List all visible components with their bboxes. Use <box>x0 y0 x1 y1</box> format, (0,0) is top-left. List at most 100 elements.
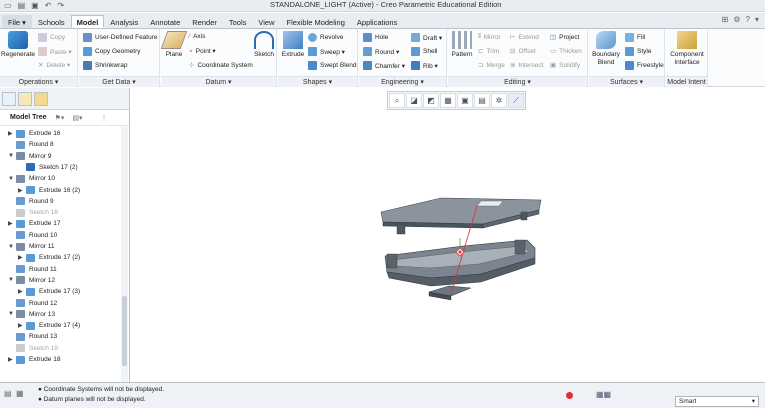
tree-item[interactable]: ▼ Mirror 11 <box>8 241 55 252</box>
collapse-arrow-icon[interactable]: ▼ <box>8 153 16 159</box>
tree-item[interactable]: ▶ Extrude 16 (2) <box>18 185 80 196</box>
trim-button[interactable]: ⊏ Trim <box>478 47 499 56</box>
tree-item[interactable]: Round 10 <box>8 230 57 241</box>
favorites-tab-icon[interactable] <box>34 92 48 106</box>
collapse-arrow-icon[interactable]: ▼ <box>8 244 16 250</box>
offset-button[interactable]: ⊟ Offset <box>510 47 536 56</box>
tree-scrollbar[interactable] <box>121 126 128 382</box>
tab-tools[interactable]: Tools <box>223 15 253 28</box>
solidify-button[interactable]: ▣ Solidify <box>550 61 580 70</box>
freestyle-button[interactable]: Freestyle <box>625 61 664 70</box>
selection-icon[interactable]: ▦▦ <box>596 390 611 399</box>
group-label-shapes[interactable]: Shapes ▾ <box>278 76 357 87</box>
tree-item[interactable]: Sketch 18 <box>8 207 58 218</box>
tab-annotate[interactable]: Annotate <box>144 15 186 28</box>
delete-button[interactable]: ✕ Delete ▾ <box>38 61 70 69</box>
project-button[interactable]: ◫ Project <box>550 33 579 42</box>
regen-status-icon[interactable] <box>566 392 573 399</box>
undo-icon[interactable]: ↶ <box>45 1 52 10</box>
rib-button[interactable]: Rib ▾ <box>411 61 438 70</box>
group-label-operations[interactable]: Operations ▾ <box>0 76 77 87</box>
collapse-arrow-icon[interactable]: ▼ <box>8 277 16 283</box>
tree-item[interactable]: Round 11 <box>8 264 57 275</box>
tree-item[interactable]: Round 13 <box>8 331 57 342</box>
style-button[interactable]: Style <box>625 47 651 56</box>
dropdown-icon[interactable]: ▾ <box>755 15 759 24</box>
new-icon[interactable]: ▭ <box>4 1 12 10</box>
expand-arrow-icon[interactable]: ▶ <box>18 187 26 194</box>
component-interface-button[interactable]: Component Interface <box>668 31 706 66</box>
tab-render[interactable]: Render <box>186 15 223 28</box>
mirror-button[interactable]: ⫴ Mirror <box>478 33 501 41</box>
collapse-arrow-icon[interactable]: ▼ <box>8 311 16 317</box>
open-icon[interactable]: ▤ <box>18 1 26 10</box>
shell-button[interactable]: Shell <box>411 47 437 56</box>
tree-item[interactable]: ▶ Extrude 18 <box>8 354 60 365</box>
model-tree-tab-icon[interactable] <box>2 92 16 106</box>
boundary-blend-button[interactable]: Boundary Blend <box>591 31 621 66</box>
selection-filter-select[interactable]: Smart ▾ <box>675 396 759 407</box>
group-label-datum[interactable]: Datum ▾ <box>161 76 276 87</box>
help-icon[interactable]: ? <box>746 15 750 24</box>
sweep-button[interactable]: Sweep ▾ <box>308 47 345 56</box>
tree-item[interactable]: ▶ Extrude 17 (3) <box>18 286 80 297</box>
extend-button[interactable]: ⊢ Extend <box>510 33 539 42</box>
settings-icon[interactable]: ⚙ <box>733 15 740 24</box>
paste-button[interactable]: Paste ▾ <box>38 47 72 56</box>
tab-schools[interactable]: Schools <box>32 15 71 28</box>
tree-options-icon[interactable]: ⋮ <box>101 114 108 122</box>
tree-item[interactable]: ▼ Mirror 12 <box>8 275 55 286</box>
extrude-button[interactable]: Extrude <box>280 31 306 59</box>
group-label-engineering[interactable]: Engineering ▾ <box>359 76 446 87</box>
copy-geometry-button[interactable]: Copy Geometry <box>83 47 141 56</box>
copy-button[interactable]: Copy <box>38 33 65 42</box>
chamfer-button[interactable]: Chamfer ▾ <box>363 61 405 70</box>
udf-button[interactable]: User-Defined Feature <box>83 33 158 42</box>
group-label-surfaces[interactable]: Surfaces ▾ <box>589 76 664 87</box>
coordinate-system-button[interactable]: ⊹ Coordinate System <box>189 61 253 70</box>
expand-arrow-icon[interactable]: ▶ <box>18 288 26 295</box>
tree-scrollbar-thumb[interactable] <box>122 296 127 366</box>
tree-item[interactable]: ▼ Mirror 13 <box>8 309 55 320</box>
intersect-button[interactable]: ⊗ Intersect <box>510 61 543 70</box>
hole-button[interactable]: Hole <box>363 33 388 42</box>
tree-item[interactable]: ▶ Extrude 17 (4) <box>18 320 80 331</box>
expand-arrow-icon[interactable]: ▶ <box>18 254 26 261</box>
group-label-model-intent[interactable]: Model Intent ▾ <box>666 76 707 97</box>
tree-item[interactable]: ▼ Mirror 10 <box>8 173 55 184</box>
tree-item[interactable]: Round 12 <box>8 298 57 309</box>
tab-analysis[interactable]: Analysis <box>104 15 144 28</box>
save-icon[interactable]: ▣ <box>31 1 39 10</box>
tree-settings-icon[interactable]: ▤▾ <box>72 114 82 122</box>
regenerate-button[interactable]: Regenerate <box>1 31 35 59</box>
tree-item[interactable]: ▼ Mirror 9 <box>8 151 51 162</box>
search-icon[interactable]: ⊞ <box>722 15 729 24</box>
group-label-editing[interactable]: Editing ▾ <box>448 76 587 87</box>
tree-filter-icon[interactable]: ⚑▾ <box>55 114 65 122</box>
tab-flexible-modeling[interactable]: Flexible Modeling <box>281 15 351 28</box>
tab-model[interactable]: Model <box>70 15 105 28</box>
shrinkwrap-button[interactable]: Shrinkwrap <box>83 61 128 70</box>
tree-item[interactable]: ▶ Extrude 16 <box>8 128 60 139</box>
tree-item[interactable]: Round 8 <box>8 139 54 150</box>
tab-view[interactable]: View <box>252 15 280 28</box>
expand-arrow-icon[interactable]: ▶ <box>18 322 26 329</box>
revolve-button[interactable]: Revolve <box>308 33 343 42</box>
expand-arrow-icon[interactable]: ▶ <box>8 220 16 227</box>
tree-item[interactable]: ▶ Extrude 17 <box>8 218 60 229</box>
tree-item[interactable]: ▶ Extrude 17 (2) <box>18 252 80 263</box>
swept-blend-button[interactable]: Swept Blend <box>308 61 357 70</box>
tab-file[interactable]: File ▾ <box>2 15 32 28</box>
tree-item[interactable]: Sketch 17 (2) <box>18 162 78 173</box>
sketch-button[interactable]: Sketch <box>253 31 275 59</box>
merge-button[interactable]: ⊐ Merge <box>478 61 505 70</box>
tree-item[interactable]: Sketch 19 <box>8 343 58 354</box>
thicken-button[interactable]: ▭ Thicken <box>550 47 582 56</box>
pattern-button[interactable]: Pattern <box>450 31 474 59</box>
group-label-get-data[interactable]: Get Data ▾ <box>79 76 159 87</box>
axis-button[interactable]: ∕ Axis <box>189 33 205 40</box>
draft-button[interactable]: Draft ▾ <box>411 33 442 42</box>
graphics-area[interactable]: ⌕ ◪ ◩ ▦ ▣ ▤ ✲ ⟋ <box>131 88 765 382</box>
tab-applications[interactable]: Applications <box>351 15 403 28</box>
collapse-arrow-icon[interactable]: ▼ <box>8 176 16 182</box>
